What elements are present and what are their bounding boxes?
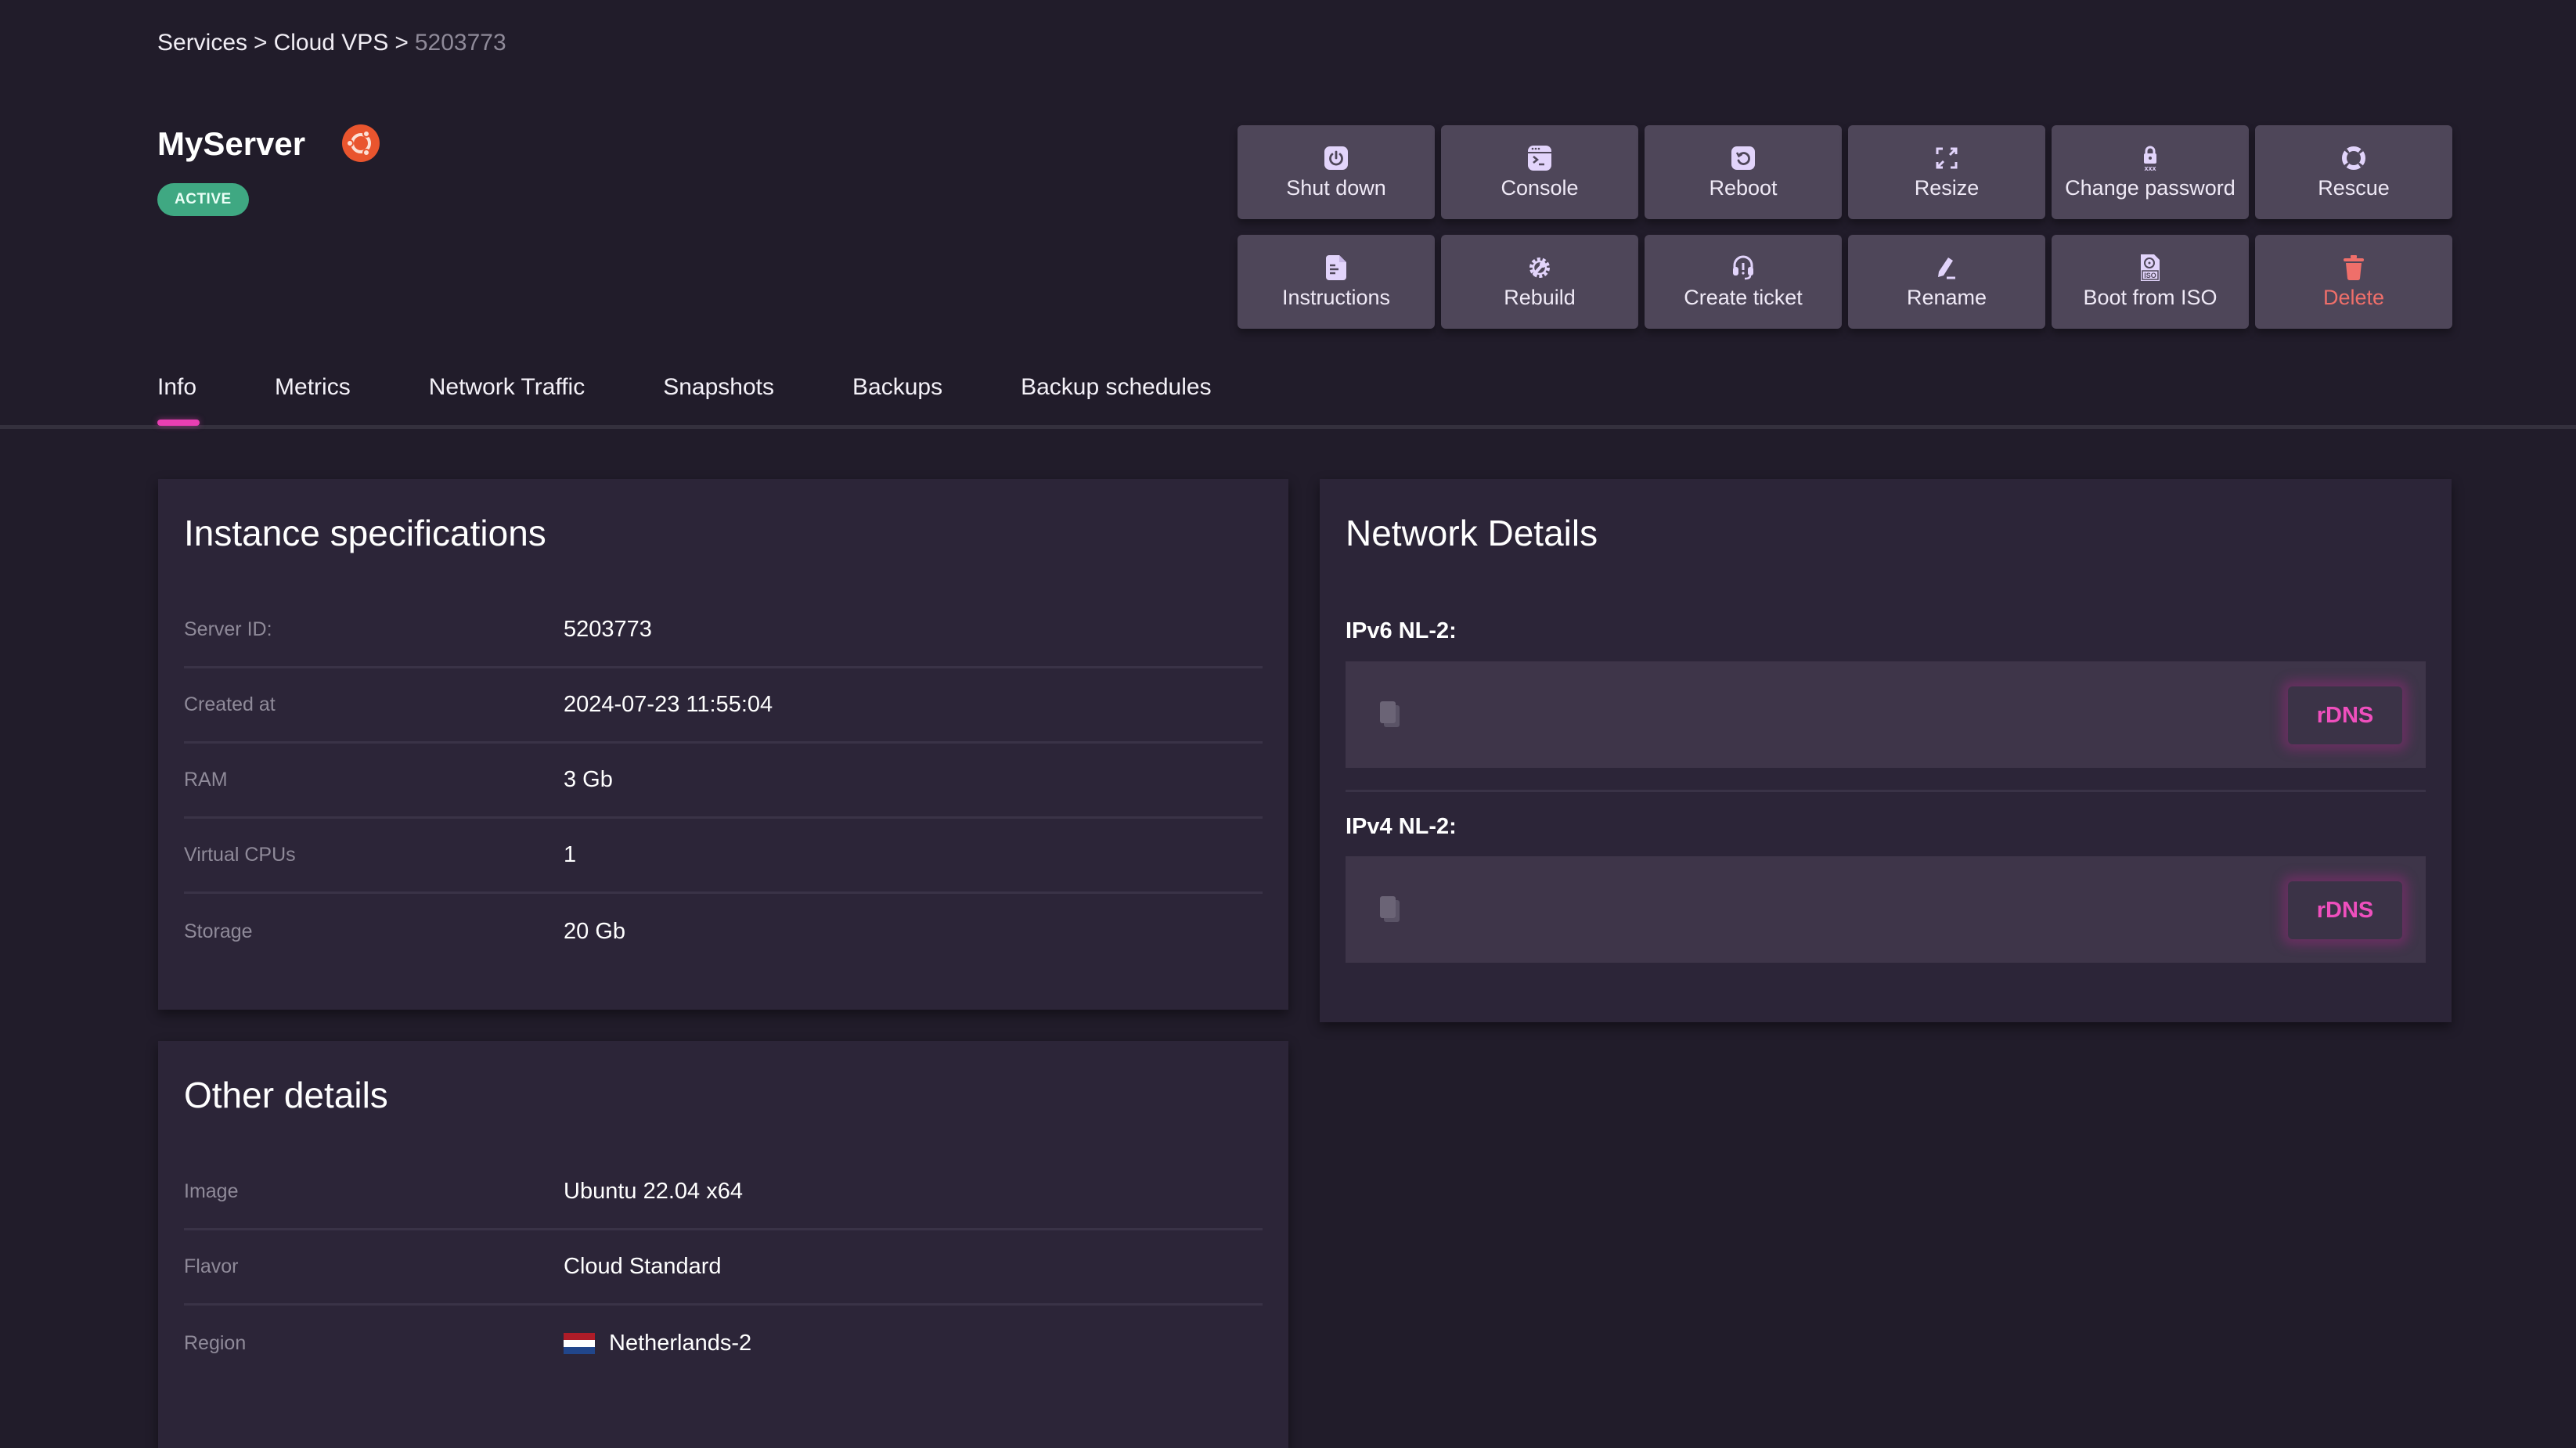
breadcrumb-current: 5203773 xyxy=(414,30,506,56)
spec-value: 2024-07-23 11:55:04 xyxy=(564,692,773,717)
reboot-icon xyxy=(1730,145,1756,171)
rescue-label: Rescue xyxy=(2318,175,2390,200)
tabs-divider xyxy=(0,425,2576,429)
delete-label: Delete xyxy=(2322,285,2385,309)
resize-icon xyxy=(1933,145,1960,171)
instructions-button[interactable]: Instructions xyxy=(1238,235,1435,329)
create-ticket-button[interactable]: Create ticket xyxy=(1645,235,1842,329)
ipv4-rdns-button[interactable]: rDNS xyxy=(2288,881,2402,939)
boot-from-iso-button[interactable]: ISO Boot from ISO xyxy=(2052,235,2249,329)
resize-label: Resize xyxy=(1914,175,1980,200)
spec-label: Flavor xyxy=(184,1255,239,1277)
instructions-label: Instructions xyxy=(1281,285,1391,309)
rename-label: Rename xyxy=(1906,285,1987,309)
panel-title: Other details xyxy=(184,1075,388,1115)
console-label: Console xyxy=(1501,175,1579,200)
spec-label: Region xyxy=(184,1331,247,1354)
spec-row-created-at: Created at 2024-07-23 11:55:04 xyxy=(184,668,1263,744)
shut-down-label: Shut down xyxy=(1286,175,1386,200)
rebuild-label: Rebuild xyxy=(1504,285,1576,309)
spec-label: Server ID: xyxy=(184,618,272,640)
tab-metrics[interactable]: Metrics xyxy=(275,374,351,424)
spec-row-region: Region Netherlands-2 xyxy=(184,1306,1263,1381)
tab-network-traffic[interactable]: Network Traffic xyxy=(429,374,585,424)
network-divider xyxy=(1346,790,2426,792)
rescue-button[interactable]: Rescue xyxy=(2255,125,2452,219)
pencil-icon xyxy=(1933,254,1960,281)
breadcrumb-separator: > xyxy=(254,30,268,56)
server-name: MyServer xyxy=(157,125,306,162)
breadcrumb-services[interactable]: Services xyxy=(157,30,247,56)
ipv6-rdns-button[interactable]: rDNS xyxy=(2288,686,2402,744)
panel-title: Network Details xyxy=(1346,513,1598,553)
action-grid: Shut down Console Reboot Resize xxx Chan… xyxy=(1238,125,2452,329)
lifebuoy-icon xyxy=(2340,145,2367,171)
panel-title: Instance specifications xyxy=(184,513,546,553)
spec-label: Created at xyxy=(184,693,276,715)
spec-list: Image Ubuntu 22.04 x64 Flavor Cloud Stan… xyxy=(184,1155,1263,1381)
region-name: Netherlands-2 xyxy=(609,1330,752,1356)
spec-value: 20 Gb xyxy=(564,918,625,944)
ipv4-field: rDNS xyxy=(1346,856,2426,963)
spec-value: Ubuntu 22.04 x64 xyxy=(564,1179,743,1204)
resize-button[interactable]: Resize xyxy=(1848,125,2045,219)
ipv6-field: rDNS xyxy=(1346,661,2426,768)
spec-list: Server ID: 5203773 Created at 2024-07-23… xyxy=(184,593,1263,969)
terminal-icon xyxy=(1526,145,1553,171)
create-ticket-label: Create ticket xyxy=(1684,285,1803,309)
status-badge: ACTIVE xyxy=(157,183,249,216)
headset-icon xyxy=(1730,254,1756,281)
ipv6-label: IPv6 NL-2: xyxy=(1346,618,1457,643)
spec-value: 3 Gb xyxy=(564,767,613,792)
spec-row-flavor: Flavor Cloud Standard xyxy=(184,1230,1263,1306)
delete-button[interactable]: Delete xyxy=(2255,235,2452,329)
spec-value: 1 xyxy=(564,842,577,867)
shut-down-button[interactable]: Shut down xyxy=(1238,125,1435,219)
tab-info[interactable]: Info xyxy=(157,374,200,426)
ipv4-label: IPv4 NL-2: xyxy=(1346,814,1457,839)
spec-label: RAM xyxy=(184,769,228,791)
tab-backup-schedules[interactable]: Backup schedules xyxy=(1021,374,1212,424)
copy-icon[interactable] xyxy=(1378,701,1402,729)
reboot-label: Reboot xyxy=(1709,175,1778,200)
lock-password-icon: xxx xyxy=(2137,145,2163,171)
rename-button[interactable]: Rename xyxy=(1848,235,2045,329)
spec-value: 5203773 xyxy=(564,617,652,642)
rebuild-button[interactable]: Rebuild xyxy=(1441,235,1638,329)
spec-row-server-id: Server ID: 5203773 xyxy=(184,593,1263,668)
iso-file-icon: ISO xyxy=(2137,254,2163,281)
network-details-panel: Network Details IPv6 NL-2: rDNS IPv4 NL-… xyxy=(1320,479,2452,1022)
document-icon xyxy=(1323,254,1349,281)
console-button[interactable]: Console xyxy=(1441,125,1638,219)
change-password-button[interactable]: xxx Change password xyxy=(2052,125,2249,219)
spec-label: Virtual CPUs xyxy=(184,844,296,866)
spec-value: Cloud Standard xyxy=(564,1254,722,1279)
breadcrumb-cloud-vps[interactable]: Cloud VPS xyxy=(274,30,389,56)
ubuntu-logo-icon xyxy=(341,124,380,163)
copy-icon[interactable] xyxy=(1378,895,1402,924)
spec-value-region: Netherlands-2 xyxy=(564,1331,751,1356)
spec-row-storage: Storage 20 Gb xyxy=(184,894,1263,969)
breadcrumb: Services > Cloud VPS >5203773 xyxy=(157,30,506,56)
spec-label: Storage xyxy=(184,920,253,942)
gear-wrench-icon xyxy=(1526,254,1553,281)
svg-text:ISO: ISO xyxy=(2144,272,2156,279)
boot-from-iso-label: Boot from ISO xyxy=(2083,285,2218,309)
tab-snapshots[interactable]: Snapshots xyxy=(663,374,774,424)
spec-row-virtual-cpus: Virtual CPUs 1 xyxy=(184,819,1263,894)
power-icon xyxy=(1323,145,1349,171)
reboot-button[interactable]: Reboot xyxy=(1645,125,1842,219)
tab-backups[interactable]: Backups xyxy=(852,374,942,424)
spec-row-image: Image Ubuntu 22.04 x64 xyxy=(184,1155,1263,1230)
netherlands-flag-icon xyxy=(564,1332,595,1354)
instance-specifications-panel: Instance specifications Server ID: 52037… xyxy=(158,479,1288,1010)
change-password-label: Change password xyxy=(2065,175,2236,200)
spec-row-ram: RAM 3 Gb xyxy=(184,744,1263,819)
svg-text:xxx: xxx xyxy=(2144,164,2156,171)
tab-bar: Info Metrics Network Traffic Snapshots B… xyxy=(157,374,1290,426)
breadcrumb-separator: > xyxy=(395,30,409,56)
other-details-panel: Other details Image Ubuntu 22.04 x64 Fla… xyxy=(158,1041,1288,1448)
spec-label: Image xyxy=(184,1180,239,1202)
trash-icon xyxy=(2340,254,2367,281)
